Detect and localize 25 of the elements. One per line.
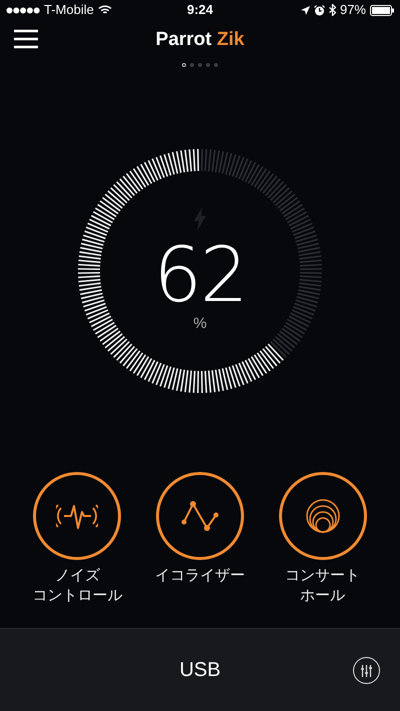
charging-bolt-icon [193,206,207,231]
sliders-icon [361,664,372,676]
battery-icon [370,4,394,16]
alarm-clock-icon [314,4,325,16]
equalizer-settings-button[interactable] [353,657,380,684]
concert-hall-button[interactable] [278,472,367,560]
app-title: Parrot Zik [156,28,244,52]
battery-percent: 97% [340,1,366,20]
percent-unit: % [193,314,207,334]
mode-label: ホール [299,586,346,606]
mode-label: コントロール [32,586,122,606]
bluetooth-icon [328,4,336,16]
carrier-name: T-Mobile [44,1,94,20]
wifi-icon [98,5,112,15]
equalizer-button[interactable] [156,472,244,560]
location-arrow-icon [300,6,310,14]
audio-source-label: USB [179,658,221,683]
battery-level-value: 62 [154,236,246,313]
clock-time: 9:24 [186,1,214,20]
mode-label: コンサート [285,566,360,586]
mode-label: ノイズ [54,566,101,586]
menu-button[interactable] [14,29,38,49]
noise-control-button[interactable] [33,472,122,560]
signal-icon [6,6,40,14]
mode-label: イコライザー [154,566,245,586]
